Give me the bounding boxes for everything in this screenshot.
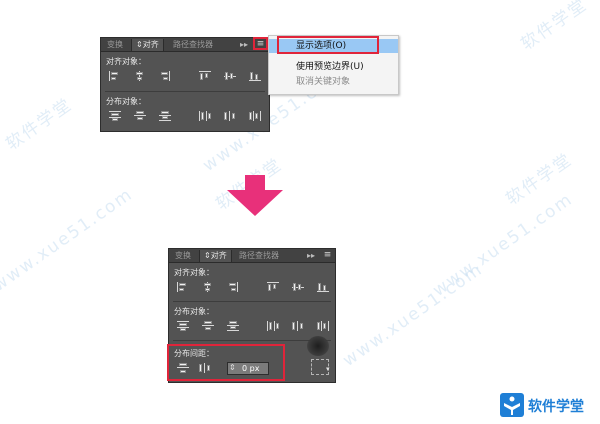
align-right-icon[interactable] xyxy=(159,71,171,81)
watermark: www.xue51.com xyxy=(0,184,137,296)
dropdown-chevron-icon: ▾ xyxy=(326,365,330,373)
tab-transform[interactable]: 变换 xyxy=(103,39,127,51)
tab-arrows-icon: ⇕ xyxy=(204,251,211,260)
align-panel-top: 变换 ⇕对齐 路径查找器 ▸▸ ≡ 对齐对象： 分布对象： xyxy=(100,37,270,132)
distribute-left-icon[interactable] xyxy=(267,321,279,331)
align-bottom-icon[interactable] xyxy=(249,71,261,81)
tab-align[interactable]: ⇕对齐 xyxy=(199,250,232,262)
cursor-shadow xyxy=(307,336,329,356)
align-hcenter-icon[interactable] xyxy=(202,282,214,292)
section-divider xyxy=(105,91,265,92)
align-hcenter-icon[interactable] xyxy=(134,71,146,81)
distribute-right-icon[interactable] xyxy=(317,321,329,331)
align-left-icon[interactable] xyxy=(177,282,189,292)
distribute-vcenter-icon[interactable] xyxy=(202,321,214,331)
show-options-callout xyxy=(277,36,379,54)
tab-bar: 变换 ⇕对齐 路径查找器 ▸▸ ≡ xyxy=(169,249,335,263)
tab-align[interactable]: ⇕对齐 xyxy=(131,39,164,51)
tab-align-label: 对齐 xyxy=(210,251,227,260)
distribute-bottom-icon[interactable] xyxy=(159,111,171,121)
align-vcenter-icon[interactable] xyxy=(292,282,304,292)
tab-align-label: 对齐 xyxy=(142,40,159,49)
align-bottom-icon[interactable] xyxy=(317,282,329,292)
collapse-icon[interactable]: ▸▸ xyxy=(240,40,248,49)
distribute-vcenter-icon[interactable] xyxy=(134,111,146,121)
distribute-bottom-icon[interactable] xyxy=(227,321,239,331)
panel-menu-icon[interactable]: ≡ xyxy=(322,250,333,260)
distribute-top-icon[interactable] xyxy=(109,111,121,121)
menu-button-callout xyxy=(253,37,268,50)
tab-transform[interactable]: 变换 xyxy=(171,250,195,262)
distribute-right-icon[interactable] xyxy=(249,111,261,121)
align-top-icon[interactable] xyxy=(267,282,279,292)
watermark-cn: 软件学堂 xyxy=(2,94,77,155)
down-arrow-head-icon xyxy=(227,190,283,216)
watermark: www.xue51.com xyxy=(339,259,487,371)
distribute-hcenter-icon[interactable] xyxy=(292,321,304,331)
align-left-icon[interactable] xyxy=(109,71,121,81)
logo-mark-icon xyxy=(500,393,524,417)
down-arrow-icon xyxy=(245,175,265,190)
menu-item-use-preview-bounds[interactable]: 使用预览边界(U) xyxy=(269,60,398,74)
tab-bar: 变换 ⇕对齐 路径查找器 ▸▸ ≡ xyxy=(101,38,269,52)
tab-arrows-icon: ⇕ xyxy=(136,40,143,49)
watermark-cn: 软件学堂 xyxy=(517,0,592,55)
align-right-icon[interactable] xyxy=(227,282,239,292)
logo-text: 软件学堂 xyxy=(528,399,584,415)
tab-pathfinder[interactable]: 路径查找器 xyxy=(235,250,283,262)
align-top-icon[interactable] xyxy=(199,71,211,81)
align-objects-label: 对齐对象： xyxy=(174,268,214,277)
spacing-callout xyxy=(167,344,285,381)
align-panel-bottom: 变换 ⇕对齐 路径查找器 ▸▸ ≡ 对齐对象： 分布对象： 分布间距： 0 px… xyxy=(167,248,336,383)
distribute-top-icon[interactable] xyxy=(177,321,189,331)
menu-item-cancel-key-object: 取消关键对象 xyxy=(296,77,351,87)
site-logo: 软件学堂 xyxy=(498,392,598,420)
section-divider xyxy=(173,301,331,302)
distribute-objects-label: 分布对象： xyxy=(106,97,146,106)
distribute-left-icon[interactable] xyxy=(199,111,211,121)
distribute-hcenter-icon[interactable] xyxy=(224,111,236,121)
collapse-icon[interactable]: ▸▸ xyxy=(307,251,315,260)
distribute-objects-label: 分布对象： xyxy=(174,307,214,316)
align-objects-label: 对齐对象： xyxy=(106,57,146,66)
tab-pathfinder[interactable]: 路径查找器 xyxy=(169,39,217,51)
align-vcenter-icon[interactable] xyxy=(224,71,236,81)
